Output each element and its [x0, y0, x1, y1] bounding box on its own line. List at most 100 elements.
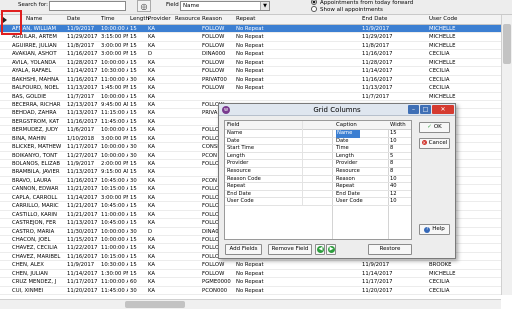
- table-cell: 11/16/2017: [362, 51, 393, 58]
- column-row[interactable]: Reason Code Reason 10: [225, 175, 411, 184]
- move-down-button[interactable]: ▶: [326, 244, 336, 255]
- column-cell: 10: [390, 137, 397, 144]
- radio-show-all[interactable]: Show all appointments: [311, 6, 383, 13]
- table-cell: FOLLOW: [202, 34, 225, 41]
- scroll-thumb[interactable]: [503, 24, 511, 64]
- header-provider[interactable]: Provider: [148, 16, 173, 22]
- table-cell: CECILIA: [429, 287, 450, 294]
- table-row[interactable]: AVAKIAN, ASHOT 11/16/2017 3:00:00 PM 15 D DIN…: [0, 50, 512, 59]
- columns-table-rows: Name Name 15 Date Date 10 Start Time Time 8 Lengt…: [225, 130, 411, 206]
- column-row[interactable]: Repeat Repeat 40: [225, 183, 411, 191]
- table-cell: BAS, GOLDIE: [12, 93, 47, 100]
- table-cell: AVAKIAN, ASHOT: [12, 51, 57, 58]
- table-cell: 2:00:00 PM: [101, 161, 128, 167]
- column-row[interactable]: Resource Resource 8: [225, 167, 411, 176]
- table-cell: KA: [148, 279, 156, 286]
- column-cell: Repeat: [227, 183, 303, 191]
- table-cell: CASTILLO, KARIN: [12, 211, 57, 218]
- table-cell: 11/28/2017: [67, 59, 98, 66]
- table-cell: 11/20/2017: [362, 287, 393, 294]
- column-row[interactable]: Provider Provider 8: [225, 160, 411, 168]
- table-row[interactable]: CHEN, ALEX 11/9/2017 10:30:00 AM15 KA FOLLOW…: [0, 261, 512, 270]
- column-row[interactable]: User Code User Code 10: [225, 198, 411, 206]
- highlight-box: [1, 10, 22, 35]
- header-repeat[interactable]: Repeat: [236, 16, 306, 22]
- table-cell: 15: [130, 245, 137, 252]
- table-cell: 11/9/2017: [67, 161, 95, 167]
- column-row[interactable]: End Date End Date 12: [225, 190, 411, 199]
- move-up-button[interactable]: ◀: [315, 244, 325, 255]
- table-row[interactable]: CRUZ MENDEZ, J11/17/201711:00:00 AM60KAP…: [0, 278, 512, 287]
- table-row[interactable]: AFNAN, WILLIAM11/9/201710:00:00 AM15KAFO…: [0, 25, 512, 34]
- minimize-icon[interactable]: –: [408, 105, 419, 114]
- table-cell: AVILA, YOLANDA: [12, 59, 56, 66]
- table-cell: BEHDAD, ZAHRA: [12, 110, 57, 117]
- remove-field-button[interactable]: Remove Field: [268, 244, 312, 255]
- table-cell: CUI, XINMEI: [12, 287, 44, 294]
- table-row[interactable]: AYALA, RAFAEL11/14/201710:30:00 AM15KAFO…: [0, 67, 512, 76]
- table-row[interactable]: BAKHSHI, MAHNA11/16/201711:00:00 AM30KAP…: [0, 76, 512, 85]
- table-cell: CAPLA, CARROLL: [12, 194, 58, 201]
- column-cell: 15: [390, 130, 397, 136]
- table-cell: 11/9/2017: [362, 26, 390, 32]
- table-cell: CARRILLO, MARIC: [12, 203, 59, 210]
- scroll-thumb-h[interactable]: [125, 301, 185, 308]
- table-cell: D: [148, 228, 153, 235]
- cancel-button[interactable]: ✕ Cancel: [419, 138, 450, 149]
- table-row[interactable]: AGUIRRE, JULIAN 11/8/2017 3:00:00 PM 15 KA FO…: [0, 42, 512, 51]
- close-icon[interactable]: ✕: [432, 105, 454, 114]
- restore-button[interactable]: Restore: [368, 244, 412, 255]
- table-cell: MICHELLE: [429, 42, 456, 49]
- table-cell: 15: [130, 127, 137, 134]
- column-row[interactable]: Date Date 10: [225, 137, 411, 146]
- header-user-code[interactable]: User Code: [429, 16, 479, 22]
- table-cell: KA: [148, 169, 156, 176]
- column-row[interactable]: Length Length 5: [225, 152, 411, 161]
- ok-button[interactable]: ✓ OK: [419, 122, 450, 133]
- table-cell: 15: [130, 253, 137, 260]
- header-length[interactable]: Length: [130, 16, 149, 22]
- help-button[interactable]: ? Help: [419, 224, 450, 235]
- header-date[interactable]: Date: [67, 16, 100, 22]
- binoculars-icon[interactable]: ◎: [137, 0, 151, 12]
- horizontal-scrollbar[interactable]: [0, 299, 501, 309]
- table-cell: CHEN, JULIAN: [12, 270, 48, 277]
- table-cell: BRAVO, LAURA: [12, 177, 52, 184]
- maximize-icon[interactable]: □: [420, 105, 431, 114]
- table-cell: BOLANOS, ELIZAB: [12, 161, 61, 167]
- table-cell: 11/14/2017: [362, 68, 393, 75]
- table-cell: 30: [130, 144, 137, 151]
- header-resource[interactable]: Resource: [175, 16, 202, 22]
- table-cell: No Repeat: [236, 262, 264, 269]
- table-row[interactable]: BAS, GOLDIE 11/7/2017 10:00:00 AM15 KA 11/7/…: [0, 93, 512, 101]
- table-row[interactable]: CUI, XINMEI11/20/201711:45:00 AM30KAPCON…: [0, 287, 512, 295]
- header-time[interactable]: Time: [101, 16, 128, 22]
- table-row[interactable]: AVILA, YOLANDA11/28/201710:00:00 AM15KAF…: [0, 59, 512, 68]
- table-cell: No Repeat: [236, 34, 264, 41]
- table-row[interactable]: AGUILAR, ARTEM 11/29/2017 3:15:00 PM 15 KA FO…: [0, 33, 512, 42]
- vertical-scrollbar[interactable]: [501, 15, 512, 295]
- table-cell: PCON000: [202, 287, 228, 294]
- table-cell: 15: [130, 68, 137, 75]
- chevron-down-icon[interactable]: ▼: [260, 2, 269, 10]
- column-row[interactable]: Start Time Time 8: [225, 145, 411, 153]
- table-cell: 15: [130, 186, 137, 193]
- column-cell: 8: [390, 145, 394, 152]
- header-end-date[interactable]: End Date: [362, 16, 400, 22]
- table-cell: BROOKE: [429, 262, 452, 269]
- table-cell: KA: [148, 262, 156, 269]
- table-cell: 3:00:00 PM: [101, 42, 128, 49]
- table-cell: 3:15:00 PM: [101, 34, 128, 41]
- table-row[interactable]: CHEN, JULIAN 11/14/2017 1:30:00 PM 15 KA FOLL…: [0, 270, 512, 279]
- field-select[interactable]: Name ▼: [180, 1, 270, 11]
- radio-all-label: Show all appointments: [320, 7, 383, 13]
- header-reason[interactable]: Reason: [202, 16, 236, 22]
- search-input[interactable]: [49, 1, 126, 11]
- table-cell: BERMUDEZ, JUDY: [12, 127, 58, 134]
- table-cell: 30: [130, 228, 137, 235]
- add-fields-button[interactable]: Add Fields: [225, 244, 262, 255]
- table-cell: 10:00:00 AM: [101, 236, 128, 243]
- column-cell: Name: [227, 130, 303, 138]
- table-row[interactable]: BALFOURD, NOEL 11/13/2017 1:45:00 PM 15 KA FO…: [0, 84, 512, 93]
- column-row[interactable]: Name Name 15: [225, 130, 411, 138]
